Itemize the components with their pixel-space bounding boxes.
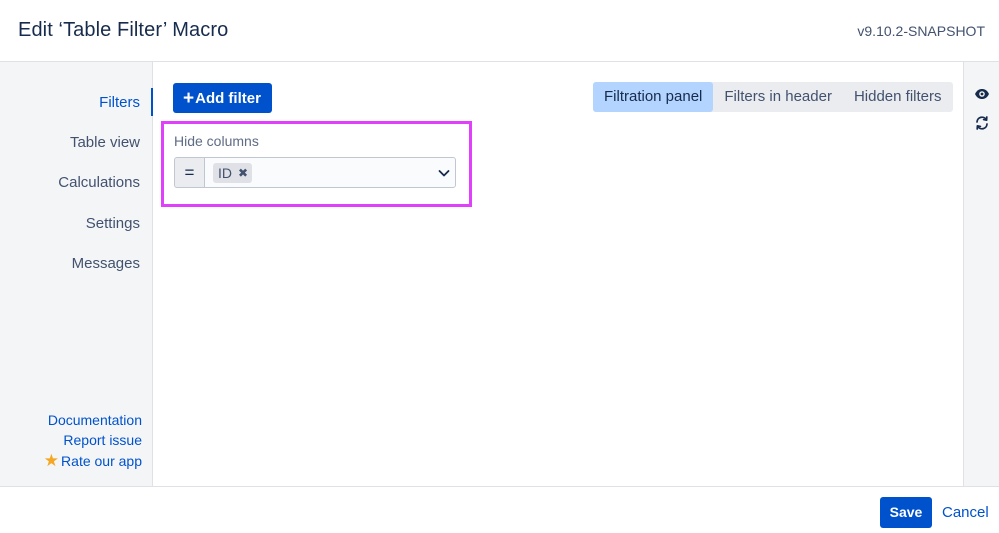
cancel-button[interactable]: Cancel [942, 504, 989, 521]
add-filter-button[interactable]: + Add filter [173, 83, 272, 113]
plus-icon: + [183, 87, 195, 109]
save-button[interactable]: Save [880, 497, 932, 528]
dialog-footer: Save Cancel [0, 486, 999, 533]
sidebar-item-messages[interactable]: Messages [72, 255, 140, 272]
refresh-icon[interactable] [974, 115, 990, 131]
right-toolbar [963, 62, 999, 486]
columns-select[interactable]: ID ✖ [204, 157, 456, 188]
report-issue-link[interactable]: Report issue [44, 430, 142, 451]
sidebar-item-table-view[interactable]: Table view [70, 134, 140, 151]
sidebar-item-settings[interactable]: Settings [86, 215, 140, 232]
hide-columns-filter: Hide columns = ID ✖ [161, 121, 472, 207]
documentation-link[interactable]: Documentation [44, 410, 142, 431]
sidebar: Filters Table view Calculations Settings… [0, 62, 153, 486]
star-icon: ★ [43, 450, 60, 470]
eye-icon[interactable] [974, 86, 990, 102]
tab-filtration-panel[interactable]: Filtration panel [593, 82, 714, 112]
tab-hidden-filters[interactable]: Hidden filters [843, 82, 953, 112]
selected-chip-id: ID ✖ [213, 163, 253, 183]
add-filter-label: Add filter [195, 89, 261, 107]
rate-app-label: Rate our app [61, 452, 142, 469]
sidebar-item-calculations[interactable]: Calculations [58, 174, 140, 191]
filter-label: Hide columns [174, 133, 259, 149]
remove-chip-icon[interactable]: ✖ [238, 166, 248, 180]
sidebar-item-filters[interactable]: Filters [99, 94, 140, 111]
chevron-down-icon[interactable] [436, 165, 452, 181]
main-panel: + Add filter Filtration panel Filters in… [154, 62, 963, 486]
operator-selector[interactable]: = [174, 157, 204, 188]
dialog-title: Edit ‘Table Filter’ Macro [18, 19, 229, 41]
chip-label: ID [218, 165, 232, 181]
rate-app-link[interactable]: ★ Rate our app [44, 451, 142, 472]
sidebar-links: Documentation Report issue ★ Rate our app [44, 410, 142, 472]
active-nav-indicator [151, 88, 153, 116]
filter-mode-tabs: Filtration panel Filters in header Hidde… [593, 82, 953, 112]
tab-filters-in-header[interactable]: Filters in header [713, 82, 843, 112]
dialog-header: Edit ‘Table Filter’ Macro v9.10.2-SNAPSH… [0, 0, 999, 62]
version-label: v9.10.2-SNAPSHOT [857, 23, 985, 39]
